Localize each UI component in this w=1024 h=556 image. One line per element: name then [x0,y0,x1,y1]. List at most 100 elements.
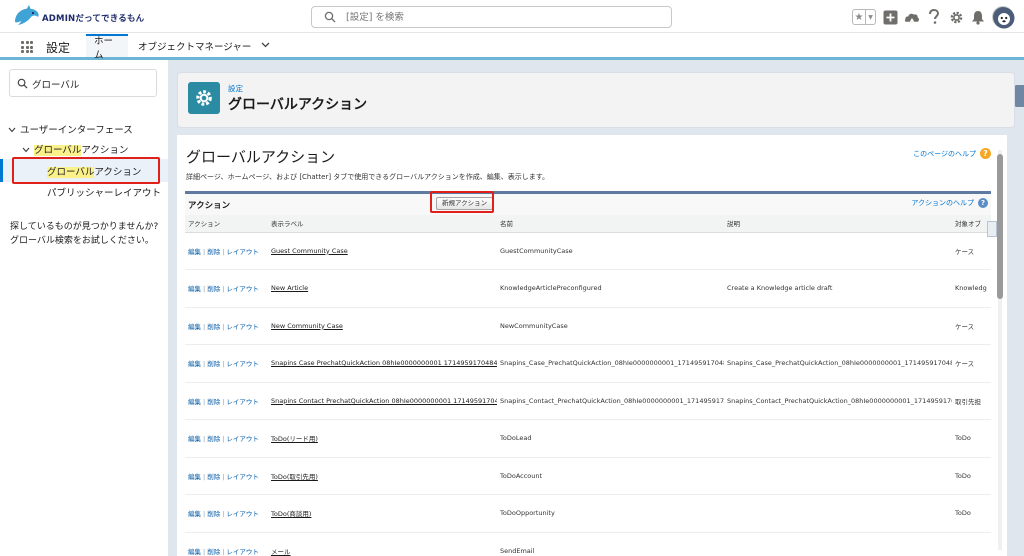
row-label-link[interactable]: ToDo(取引先用) [268,457,497,495]
row-label-link[interactable]: ToDo(リード用) [268,419,497,458]
row-action-links: 編集 | 削除 | レイアウト [185,457,268,495]
table-row: 編集 | 削除 | レイアウト New Article KnowledgeArticlePr… [185,269,991,308]
row-description: Create a Knowledge article draft [724,269,952,308]
app-logo[interactable]: ADMINだってできるもん [12,4,144,30]
setup-gear-icon [188,82,220,114]
help-icon: ? [980,148,991,159]
column-header-label[interactable]: 表示ラベル [268,215,497,233]
delete-link[interactable]: 削除 [207,548,220,556]
header-utility-icons: ★ ▼ [852,4,1015,30]
notification-bell-icon[interactable] [970,9,986,25]
row-label-link[interactable]: Snapins Case PrechatQuickAction 08hIe000… [268,344,497,383]
delete-link[interactable]: 削除 [207,360,220,368]
edit-link[interactable]: 編集 [188,285,201,293]
row-action-links: 編集 | 削除 | レイアウト [185,494,268,533]
row-action-links: 編集 | 削除 | レイアウト [185,532,268,556]
row-name: GuestCommunityCase [497,232,724,270]
setup-gear-icon[interactable] [948,9,964,25]
row-label-link[interactable]: Snapins Contact PrechatQuickAction 08hIe… [268,382,497,420]
delete-link[interactable]: 削除 [207,510,220,518]
delete-link[interactable]: 削除 [207,435,220,443]
layout-link[interactable]: レイアウト [226,435,259,443]
delete-link[interactable]: 削除 [207,473,220,481]
row-label-link[interactable]: New Community Case [268,307,497,345]
favorites-control[interactable]: ★ ▼ [852,9,876,25]
edit-link[interactable]: 編集 [188,323,201,331]
layout-link[interactable]: レイアウト [226,360,259,368]
row-description: Snapins_Contact_PrechatQuickAction_08hIe… [724,382,952,420]
layout-link[interactable]: レイアウト [226,548,259,556]
actions-table-body: 編集 | 削除 | レイアウト Guest Community Case GuestComm… [185,232,991,556]
add-icon[interactable] [882,9,898,25]
row-target-object: ToDo [952,419,991,458]
tree-section-user-interface[interactable]: ユーザーインターフェース [8,122,133,136]
favorites-dropdown-icon[interactable]: ▼ [865,10,875,24]
tab-home-label: ホーム [94,35,114,61]
layout-link[interactable]: レイアウト [226,323,259,331]
global-search-input[interactable] [346,9,646,25]
annotation-highlight-box [430,191,494,213]
layout-link[interactable]: レイアウト [226,510,259,518]
table-row: 編集 | 削除 | レイアウト Snapins Case PrechatQuickActi… [185,344,991,383]
app-launcher-icon[interactable] [21,41,33,53]
edit-link[interactable]: 編集 [188,510,201,518]
column-header-target-object[interactable]: 対象オブ [952,215,991,233]
table-row: 編集 | 削除 | レイアウト メール SendEmail [185,532,991,556]
page-help-link[interactable]: このページのヘルプ ? [913,148,991,159]
sidebar-item-label: パブリッシャーレイアウト [47,188,162,199]
quick-find-value: グローバル [32,80,80,91]
sidebar-help-line-2: グローバル検索をお試しください。 [10,236,154,246]
edge-collapse-tab[interactable] [1014,85,1024,107]
help-icon[interactable] [926,9,942,25]
sidebar-item-publisher-layout[interactable]: パブリッシャーレイアウト [47,185,161,199]
edit-link[interactable]: 編集 [188,473,201,481]
app-name: 設定 [46,41,71,55]
actions-panel: アクション 新規アクション アクションのヘルプ ? アクション 表示ラベル 名前… [185,191,991,556]
layout-link[interactable]: レイアウト [226,398,259,406]
layout-link[interactable]: レイアウト [226,285,259,293]
table-row: 編集 | 削除 | レイアウト ToDo(取引先用) ToDoAccount ToDo [185,457,991,495]
star-icon[interactable]: ★ [853,10,865,24]
layout-link[interactable]: レイアウト [226,473,259,481]
breadcrumb[interactable]: 設定 [228,83,243,94]
delete-link[interactable]: 削除 [207,248,220,256]
row-label-link[interactable]: ToDo(商談用) [268,494,497,533]
content-scrollbar[interactable] [996,150,1004,550]
edit-link[interactable]: 編集 [188,548,201,556]
action-help-link[interactable]: アクションのヘルプ ? [911,198,988,208]
setup-sidebar: グローバル ユーザーインターフェース グローバルアクション グローバルアクション… [0,60,168,556]
row-name: ToDoOpportunity [497,494,724,533]
row-label-link[interactable]: Guest Community Case [268,232,497,270]
edit-link[interactable]: 編集 [188,360,201,368]
column-header-action: アクション [185,215,268,233]
edit-link[interactable]: 編集 [188,248,201,256]
row-description [724,419,952,458]
global-search[interactable] [311,6,672,28]
layout-link[interactable]: レイアウト [226,248,259,256]
content-description: 詳細ページ、ホームページ、および [Chatter] タブで使用できるグローバル… [186,173,550,181]
avatar[interactable] [992,6,1015,29]
row-label-link[interactable]: New Article [268,269,497,308]
tab-home[interactable]: ホーム [86,34,128,61]
edit-link[interactable]: 編集 [188,398,201,406]
delete-link[interactable]: 削除 [207,323,220,331]
annotation-highlight-box [12,157,160,184]
row-target-object: ケース [952,232,991,270]
delete-link[interactable]: 削除 [207,398,220,406]
row-target-object: ケース [952,344,991,383]
table-row: 編集 | 削除 | レイアウト ToDo(商談用) ToDoOpportunity ToDo [185,494,991,533]
help-icon: ? [978,198,988,208]
row-label-link[interactable]: メール [268,532,497,556]
chevron-down-icon[interactable] [261,41,270,50]
scrollbar-thumb[interactable] [997,154,1003,299]
column-header-description[interactable]: 説明 [724,215,952,233]
edit-link[interactable]: 編集 [188,435,201,443]
delete-link[interactable]: 削除 [207,285,220,293]
trailhead-icon[interactable] [904,9,920,25]
column-header-name[interactable]: 名前 [497,215,724,233]
row-target-object: 取引先担 [952,382,991,420]
tree-group-suffix: アクション [81,145,129,156]
tree-group-global[interactable]: グローバルアクション [22,142,128,156]
tab-object-manager[interactable]: オブジェクトマネージャー [130,34,278,57]
quick-find-input[interactable]: グローバル [9,69,157,97]
